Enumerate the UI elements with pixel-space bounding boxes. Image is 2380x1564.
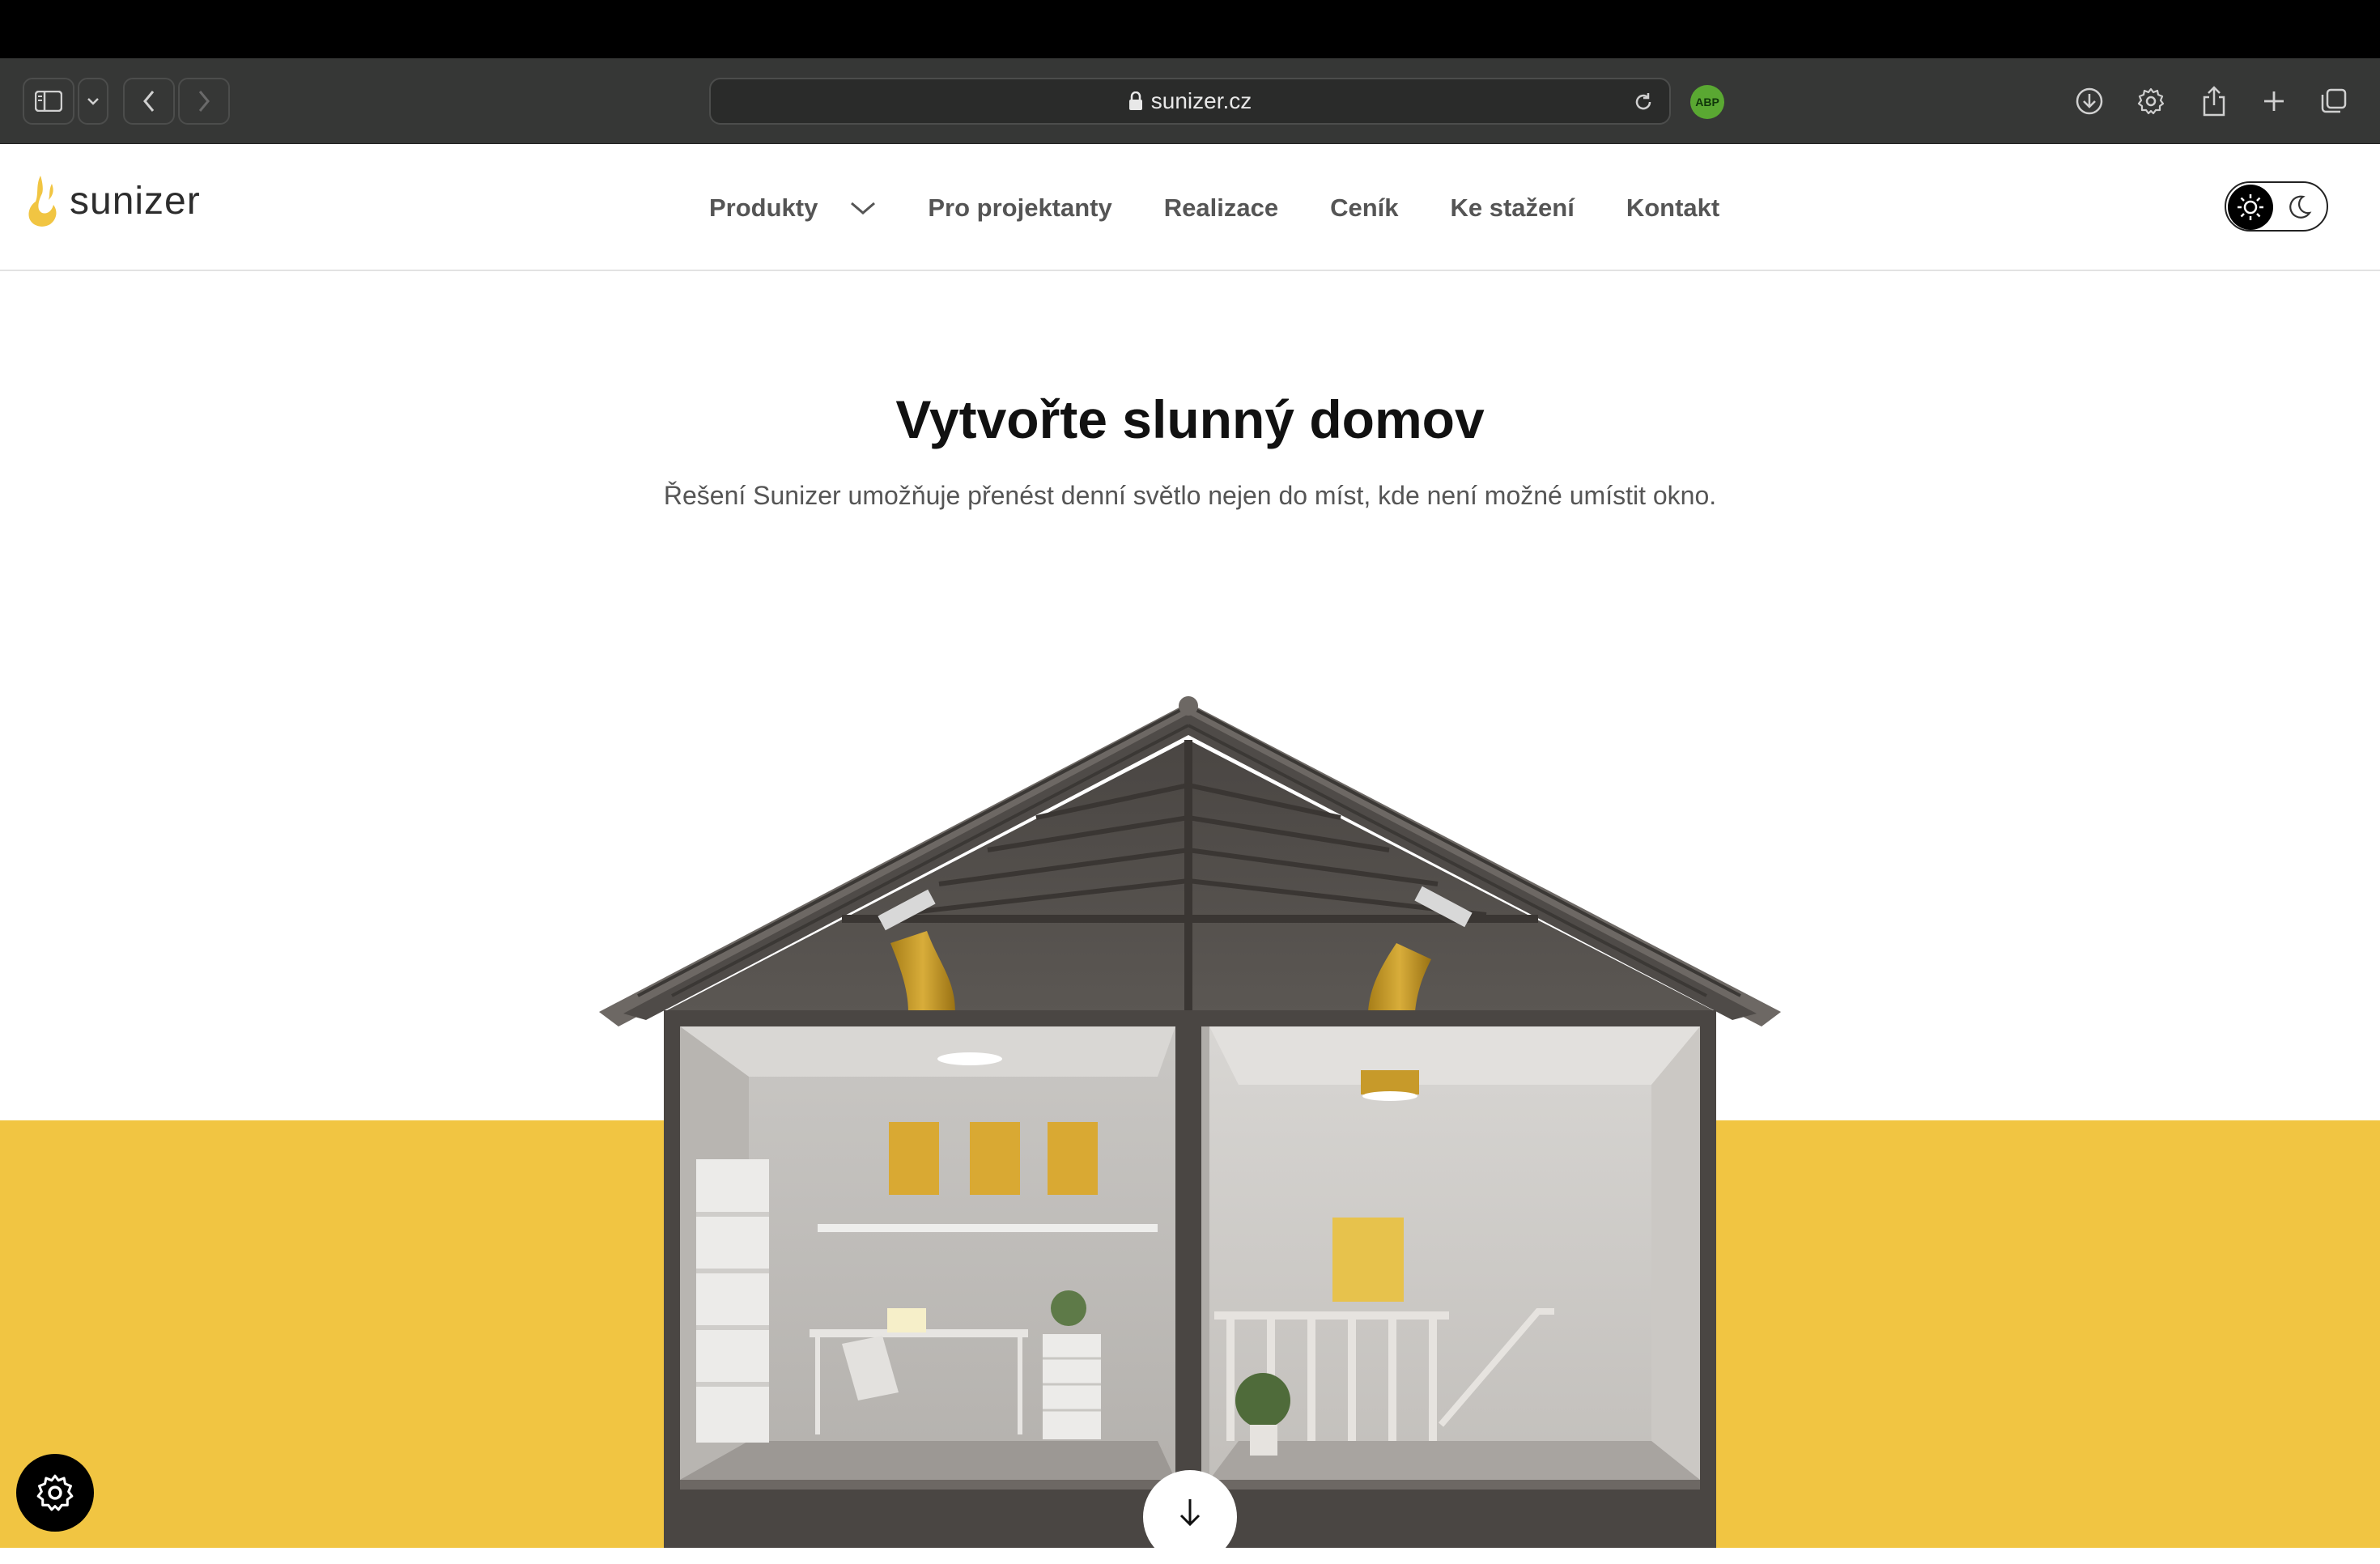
forward-icon (198, 91, 210, 112)
nav-item-label: Realizace (1163, 193, 1279, 222)
hero-title: Vytvořte slunný domov (895, 389, 1485, 449)
new-tab-button[interactable] (2250, 78, 2297, 125)
nav-item-cenik[interactable]: Ceník (1330, 193, 1398, 223)
nav-item-label: Produkty (709, 193, 818, 222)
nav-item-kontakt[interactable]: Kontakt (1626, 193, 1719, 223)
gear-icon (2137, 87, 2165, 115)
nav-item-pro-projektanty[interactable]: Pro projektanty (928, 193, 1111, 223)
plus-icon (2264, 91, 2284, 111)
system-top-bar (0, 0, 2380, 58)
house-cutaway-illustration (599, 696, 1781, 1548)
back-button[interactable] (123, 78, 175, 125)
sunizer-logo-icon (28, 176, 57, 227)
main-navigation: Produkty Pro projektanty Realizace Ceník… (709, 144, 1719, 271)
nav-item-ke-stazeni[interactable]: Ke stažení (1451, 193, 1575, 223)
reload-icon[interactable] (1632, 91, 1655, 113)
nav-item-realizace[interactable]: Realizace (1164, 193, 1278, 223)
cookie-settings-button[interactable] (16, 1454, 94, 1532)
sun-icon (2238, 194, 2263, 220)
sidebar-icon (35, 91, 62, 112)
dark-mode-option (2283, 191, 2315, 223)
hero-subtitle: Řešení Sunizer umožňuje přenést denní sv… (663, 481, 1717, 510)
arrow-down-icon (1179, 1499, 1201, 1527)
site-header: sunizer Produkty Pro projektanty Realiza… (0, 144, 2380, 271)
light-mode-knob (2228, 185, 2273, 230)
tab-overview-button[interactable] (2310, 78, 2357, 125)
address-bar[interactable]: sunizer.cz (709, 78, 1671, 125)
share-button[interactable] (2191, 78, 2238, 125)
chevron-down-icon (87, 98, 99, 105)
browser-toolbar: sunizer.cz ABP (0, 58, 2380, 144)
adblock-extension-button[interactable]: ABP (1690, 85, 1724, 119)
downloads-button[interactable] (2066, 78, 2113, 125)
chevron-down-icon (851, 202, 876, 215)
nav-item-label: Pro projektanty (928, 193, 1112, 222)
tab-group-menu-button[interactable] (78, 78, 108, 125)
settings-button[interactable] (2127, 78, 2174, 125)
sidebar-toggle-button[interactable] (23, 78, 74, 125)
back-icon (143, 91, 155, 112)
url-text: sunizer.cz (1150, 88, 1252, 113)
nav-item-label: Kontakt (1626, 193, 1720, 222)
download-icon (2076, 87, 2103, 115)
scroll-down-button[interactable] (1143, 1470, 1237, 1564)
lock-icon (1128, 91, 1142, 110)
forward-button[interactable] (178, 78, 230, 125)
logo-text: sunizer (70, 179, 201, 223)
nav-item-label: Ceník (1330, 193, 1399, 222)
adblock-label: ABP (1695, 96, 1719, 108)
gear-icon (36, 1474, 74, 1511)
nav-item-produkty[interactable]: Produkty (709, 193, 876, 223)
share-icon (2203, 86, 2225, 117)
tabs-icon (2321, 88, 2347, 113)
site-logo[interactable]: sunizer (24, 168, 201, 233)
moon-icon (2289, 195, 2312, 219)
theme-toggle[interactable] (2225, 181, 2328, 232)
nav-item-label: Ke stažení (1450, 193, 1575, 222)
